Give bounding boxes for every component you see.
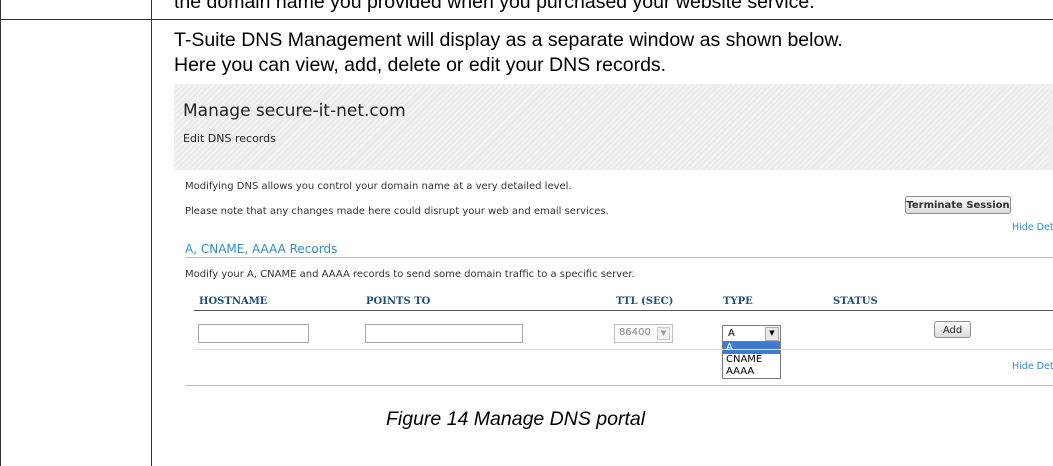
section-title: A, CNAME, AAAA Records bbox=[185, 242, 338, 256]
type-option-aaaa[interactable]: AAAA bbox=[723, 366, 780, 378]
page-subtitle: Edit DNS records bbox=[183, 132, 276, 145]
table-left-border bbox=[0, 0, 1, 466]
hide-details-link-top[interactable]: Hide Detail bbox=[1012, 222, 1053, 233]
points-to-input[interactable] bbox=[365, 324, 523, 343]
type-option-a[interactable]: A bbox=[723, 342, 780, 354]
add-record-button[interactable]: Add bbox=[934, 321, 971, 338]
chevron-down-icon: ▼ bbox=[765, 327, 779, 341]
column-header-points-to: POINTS TO bbox=[366, 296, 431, 307]
page-title: Manage secure-it-net.com bbox=[183, 101, 406, 121]
table-column-divider bbox=[151, 0, 152, 466]
type-value: A bbox=[728, 328, 735, 339]
column-header-ttl: TTL (SEC) bbox=[616, 296, 674, 307]
description-line-2: Please note that any changes made here c… bbox=[185, 206, 609, 217]
header-divider bbox=[194, 310, 1053, 311]
page-header: Manage secure-it-net.com Edit DNS record… bbox=[174, 84, 1053, 170]
table-row-divider bbox=[0, 19, 1053, 20]
section-divider bbox=[185, 257, 1053, 258]
dns-management-screenshot: Manage secure-it-net.com Edit DNS record… bbox=[174, 84, 1053, 392]
chevron-down-icon: ▼ bbox=[657, 327, 670, 340]
column-header-hostname: HOSTNAME bbox=[199, 296, 268, 307]
previous-paragraph-cut: the domain name you provided when you pu… bbox=[174, 0, 815, 13]
intro-line-1: T-Suite DNS Management will display as a… bbox=[174, 29, 843, 51]
column-header-status: STATUS bbox=[833, 296, 878, 307]
hide-details-link-bottom[interactable]: Hide Detail bbox=[1012, 361, 1053, 372]
section-description: Modify your A, CNAME and AAAA records to… bbox=[185, 269, 635, 280]
intro-line-2: Here you can view, add, delete or edit y… bbox=[174, 54, 667, 76]
ttl-value: 86400 bbox=[619, 327, 651, 338]
figure-caption: Figure 14 Manage DNS portal bbox=[386, 408, 646, 430]
intro-paragraph: T-Suite DNS Management will display as a… bbox=[174, 28, 843, 78]
hostname-input[interactable] bbox=[198, 324, 309, 343]
type-dropdown-list: A CNAME AAAA bbox=[722, 341, 781, 379]
terminate-session-button[interactable]: Terminate Session bbox=[905, 196, 1011, 214]
description-line-1: Modifying DNS allows you control your do… bbox=[185, 181, 572, 192]
row-divider bbox=[194, 349, 1053, 350]
ttl-select[interactable]: 86400 ▼ bbox=[614, 324, 673, 343]
column-header-type: TYPE bbox=[723, 296, 753, 307]
bottom-divider bbox=[185, 385, 1053, 386]
type-option-cname[interactable]: CNAME bbox=[723, 354, 780, 366]
